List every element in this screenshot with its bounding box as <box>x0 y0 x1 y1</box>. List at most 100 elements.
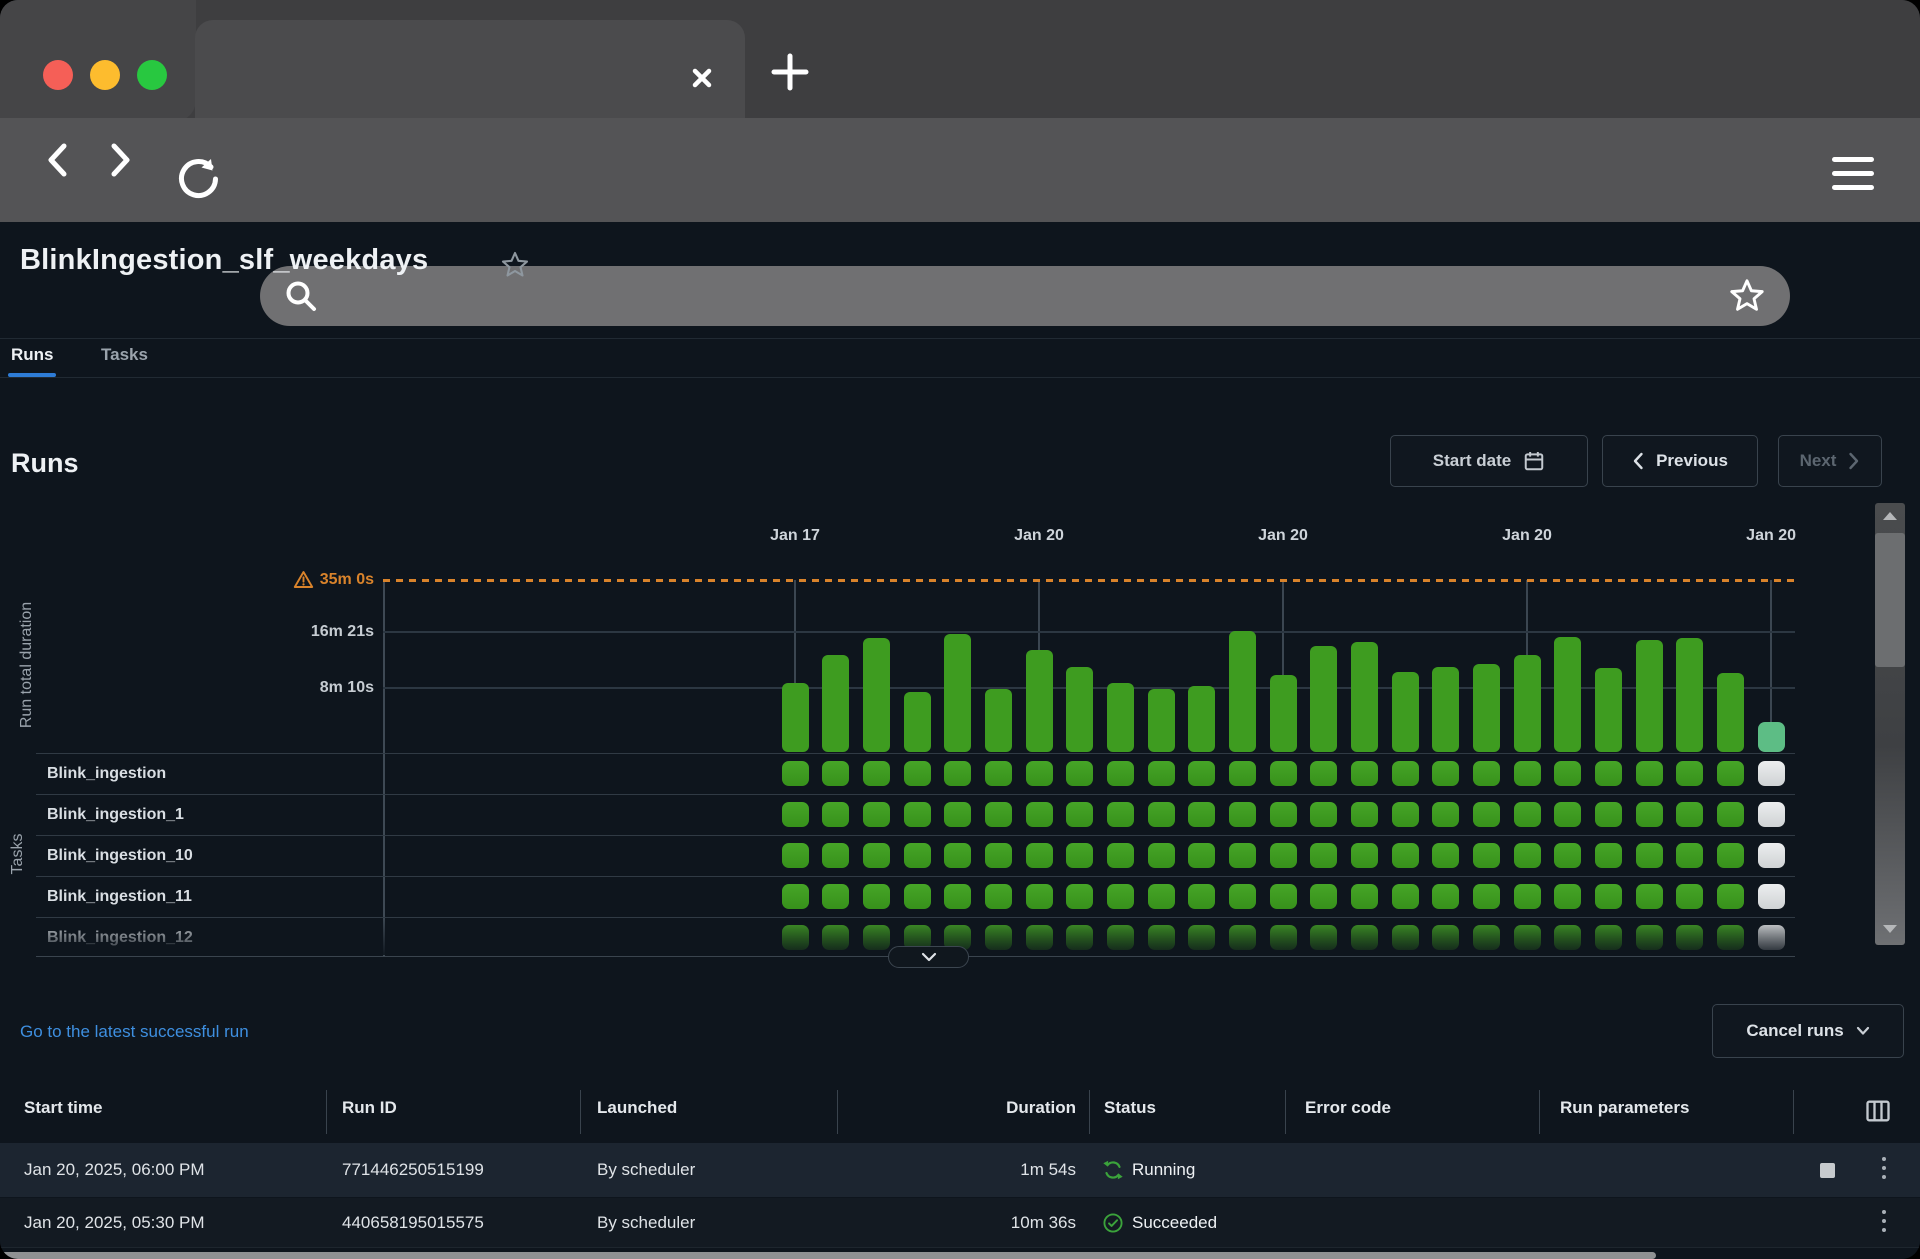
task-cell[interactable] <box>1026 761 1053 786</box>
task-cell[interactable] <box>1270 843 1297 868</box>
task-cell[interactable] <box>985 843 1012 868</box>
task-cell[interactable] <box>1595 843 1622 868</box>
row-kebab-menu-icon[interactable] <box>1882 1157 1886 1179</box>
run-bar[interactable] <box>985 689 1012 752</box>
menu-hamburger-icon[interactable] <box>1832 157 1874 195</box>
task-cell[interactable] <box>1066 884 1093 909</box>
zoom-window-button[interactable] <box>137 60 167 90</box>
browser-tab[interactable] <box>195 20 745 118</box>
task-cell[interactable] <box>1392 761 1419 786</box>
run-bar[interactable] <box>1107 683 1134 752</box>
task-cell[interactable] <box>1595 884 1622 909</box>
scroll-up-icon[interactable] <box>1883 512 1897 520</box>
task-cell[interactable] <box>1351 925 1378 950</box>
task-cell[interactable] <box>1392 884 1419 909</box>
task-cell[interactable] <box>1432 843 1459 868</box>
chart-scrollbar-thumb[interactable] <box>1875 533 1905 667</box>
task-cell[interactable] <box>1514 802 1541 827</box>
task-cell[interactable] <box>1066 925 1093 950</box>
task-cell[interactable] <box>1351 843 1378 868</box>
task-cell[interactable] <box>1148 802 1175 827</box>
task-cell[interactable] <box>863 761 890 786</box>
task-cell[interactable] <box>1066 761 1093 786</box>
task-cell[interactable] <box>782 884 809 909</box>
task-cell[interactable] <box>1392 843 1419 868</box>
task-cell[interactable] <box>1554 884 1581 909</box>
task-cell[interactable] <box>1717 761 1744 786</box>
task-cell[interactable] <box>782 802 809 827</box>
task-cell[interactable] <box>822 925 849 950</box>
task-cell[interactable] <box>1188 843 1215 868</box>
task-cell[interactable] <box>1310 925 1337 950</box>
task-cell[interactable] <box>1717 843 1744 868</box>
task-cell[interactable] <box>944 884 971 909</box>
run-bar[interactable] <box>863 638 890 752</box>
previous-button[interactable]: Previous <box>1602 435 1758 487</box>
task-cell[interactable] <box>1636 925 1663 950</box>
task-cell[interactable] <box>904 843 931 868</box>
task-cell[interactable] <box>1188 925 1215 950</box>
task-cell[interactable] <box>1595 925 1622 950</box>
task-cell[interactable] <box>1717 802 1744 827</box>
task-cell[interactable] <box>1676 925 1703 950</box>
task-cell[interactable] <box>1473 802 1500 827</box>
col-header-run-id[interactable]: Run ID <box>342 1098 397 1118</box>
run-bar[interactable] <box>1636 640 1663 752</box>
task-cell[interactable] <box>1107 802 1134 827</box>
tab-tasks[interactable]: Tasks <box>101 345 148 365</box>
task-cell[interactable] <box>1107 761 1134 786</box>
task-cell[interactable] <box>1554 802 1581 827</box>
task-cell[interactable] <box>1026 925 1053 950</box>
task-cell[interactable] <box>1636 843 1663 868</box>
task-cell[interactable] <box>1026 843 1053 868</box>
task-cell[interactable] <box>782 843 809 868</box>
task-cell[interactable] <box>1514 925 1541 950</box>
task-cell[interactable] <box>1107 843 1134 868</box>
columns-settings-icon[interactable] <box>1864 1098 1892 1124</box>
task-cell[interactable] <box>863 843 890 868</box>
task-cell[interactable] <box>1148 843 1175 868</box>
bookmark-star-icon[interactable] <box>1728 277 1766 315</box>
task-cell[interactable] <box>1148 884 1175 909</box>
task-cell[interactable] <box>1188 802 1215 827</box>
task-cell[interactable] <box>1270 761 1297 786</box>
task-cell[interactable] <box>782 925 809 950</box>
next-button[interactable]: Next <box>1778 435 1882 487</box>
task-cell[interactable] <box>1351 802 1378 827</box>
minimize-window-button[interactable] <box>90 60 120 90</box>
task-cell[interactable] <box>1270 925 1297 950</box>
task-cell[interactable] <box>1026 802 1053 827</box>
task-cell[interactable] <box>1229 802 1256 827</box>
task-cell[interactable] <box>1514 843 1541 868</box>
task-cell[interactable] <box>782 761 809 786</box>
task-cell[interactable] <box>863 925 890 950</box>
run-bar[interactable] <box>904 692 931 752</box>
reload-icon[interactable] <box>178 158 220 200</box>
running-run-bar[interactable] <box>1758 722 1785 752</box>
run-bar[interactable] <box>1473 664 1500 752</box>
cancel-runs-button[interactable]: Cancel runs <box>1712 1004 1904 1058</box>
row-kebab-menu-icon[interactable] <box>1882 1210 1886 1232</box>
tab-runs[interactable]: Runs <box>11 345 54 365</box>
col-header-error-code[interactable]: Error code <box>1305 1098 1391 1118</box>
task-cell[interactable] <box>1676 761 1703 786</box>
task-cell[interactable] <box>1229 884 1256 909</box>
task-cell[interactable] <box>1595 761 1622 786</box>
task-cell[interactable] <box>1392 802 1419 827</box>
task-cell[interactable] <box>1473 925 1500 950</box>
col-header-run-parameters[interactable]: Run parameters <box>1560 1098 1689 1118</box>
task-cell[interactable] <box>1717 884 1744 909</box>
task-cell[interactable] <box>1758 761 1785 786</box>
col-header-status[interactable]: Status <box>1104 1098 1156 1118</box>
run-bar[interactable] <box>1351 642 1378 752</box>
expand-tasks-button[interactable] <box>888 946 969 968</box>
favorite-star-icon[interactable] <box>500 250 530 280</box>
task-cell[interactable] <box>1188 761 1215 786</box>
task-cell[interactable] <box>1188 884 1215 909</box>
run-bar[interactable] <box>1717 673 1744 752</box>
task-cell[interactable] <box>1473 884 1500 909</box>
stop-run-icon[interactable] <box>1820 1163 1835 1178</box>
run-bar[interactable] <box>944 634 971 752</box>
task-cell[interactable] <box>944 761 971 786</box>
task-cell[interactable] <box>1473 761 1500 786</box>
